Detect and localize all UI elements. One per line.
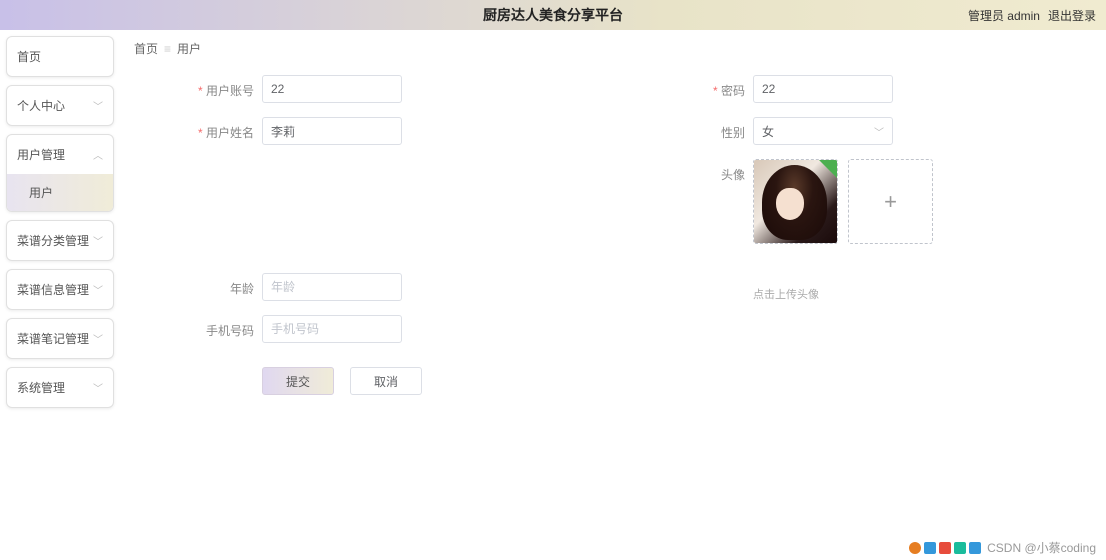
sidebar-item-label: 个人中心 (17, 97, 65, 114)
field-account: 用户账号 (164, 75, 595, 103)
watermark: CSDN @小蔡coding (909, 539, 1096, 556)
breadcrumb-root[interactable]: 首页 (134, 40, 158, 57)
wm-icon (939, 542, 951, 554)
name-input[interactable] (262, 117, 402, 145)
avatar-preview[interactable] (753, 159, 838, 244)
sidebar-item-home[interactable]: 首页 (7, 37, 113, 76)
chevron-down-icon: ﹀ (93, 233, 103, 248)
chevron-down-icon: ﹀ (93, 282, 103, 297)
top-header: 厨房达人美食分享平台 管理员 admin 退出登录 (0, 0, 1106, 30)
field-age: 年龄 (164, 273, 595, 301)
chevron-down-icon: ﹀ (93, 380, 103, 395)
avatar-hint: 点击上传头像 (753, 286, 1086, 302)
wm-icon (909, 542, 921, 554)
account-input[interactable] (262, 75, 402, 103)
success-corner-icon (819, 160, 837, 178)
form-actions: 提交 取消 (262, 367, 595, 395)
chevron-down-icon: ﹀ (93, 98, 103, 113)
sidebar-item-notes[interactable]: 菜谱笔记管理 ﹀ (7, 319, 113, 358)
sidebar: 首页 个人中心 ﹀ 用户管理 ︿ 用户 菜谱分类管理 ﹀ 菜谱信息管理 (0, 30, 120, 560)
gender-select[interactable]: 女 ﹀ (753, 117, 893, 145)
label-name: 用户姓名 (164, 117, 254, 141)
content: 首页 ≡ 用户 用户账号 用户姓名 年龄 手机号码 (120, 30, 1106, 560)
form-right-column: 密码 性别 女 ﹀ 头像 (655, 75, 1086, 395)
sidebar-item-category[interactable]: 菜谱分类管理 ﹀ (7, 221, 113, 260)
label-age: 年龄 (164, 273, 254, 297)
sidebar-item-label: 用户管理 (17, 146, 65, 163)
header-right: 管理员 admin 退出登录 (968, 7, 1096, 24)
sidebar-item-label: 首页 (17, 48, 41, 65)
watermark-text: CSDN @小蔡coding (987, 539, 1096, 556)
label-phone: 手机号码 (164, 315, 254, 339)
logout-link[interactable]: 退出登录 (1048, 7, 1096, 24)
form-left-column: 用户账号 用户姓名 年龄 手机号码 提交 取消 (164, 75, 595, 395)
watermark-icons (909, 542, 981, 554)
wm-icon (969, 542, 981, 554)
gender-value: 女 (762, 123, 774, 140)
sidebar-item-profile[interactable]: 个人中心 ﹀ (7, 86, 113, 125)
cancel-button[interactable]: 取消 (350, 367, 422, 395)
upload-avatar-button[interactable]: + (848, 159, 933, 244)
sidebar-subitem-user[interactable]: 用户 (7, 174, 113, 211)
password-input[interactable] (753, 75, 893, 103)
wm-icon (954, 542, 966, 554)
avatar-row: + (753, 159, 933, 244)
label-password: 密码 (655, 75, 745, 99)
field-gender: 性别 女 ﹀ (655, 117, 1086, 145)
label-gender: 性别 (655, 117, 745, 141)
phone-input[interactable] (262, 315, 402, 343)
sidebar-item-label: 菜谱信息管理 (17, 281, 89, 298)
wm-icon (924, 542, 936, 554)
field-avatar: 头像 + (655, 159, 1086, 244)
chevron-down-icon: ﹀ (93, 331, 103, 346)
label-avatar: 头像 (655, 159, 745, 183)
field-password: 密码 (655, 75, 1086, 103)
sidebar-item-label: 菜谱分类管理 (17, 232, 89, 249)
chevron-down-icon: ﹀ (874, 124, 884, 139)
sidebar-item-label: 菜谱笔记管理 (17, 330, 89, 347)
user-role-label: 管理员 admin (968, 7, 1040, 24)
page-title: 厨房达人美食分享平台 (483, 5, 623, 25)
field-phone: 手机号码 (164, 315, 595, 343)
main-layout: 首页 个人中心 ﹀ 用户管理 ︿ 用户 菜谱分类管理 ﹀ 菜谱信息管理 (0, 30, 1106, 560)
breadcrumb-current: 用户 (177, 40, 201, 57)
plus-icon: + (884, 189, 897, 215)
breadcrumb-sep-icon: ≡ (164, 42, 171, 56)
form: 用户账号 用户姓名 年龄 手机号码 提交 取消 (134, 75, 1086, 395)
age-input[interactable] (262, 273, 402, 301)
chevron-up-icon: ︿ (93, 147, 103, 162)
field-name: 用户姓名 (164, 117, 595, 145)
sidebar-item-system[interactable]: 系统管理 ﹀ (7, 368, 113, 407)
submit-button[interactable]: 提交 (262, 367, 334, 395)
sidebar-item-user-manage[interactable]: 用户管理 ︿ (7, 135, 113, 174)
sidebar-item-label: 系统管理 (17, 379, 65, 396)
sidebar-item-recipe[interactable]: 菜谱信息管理 ﹀ (7, 270, 113, 309)
label-account: 用户账号 (164, 75, 254, 99)
breadcrumb: 首页 ≡ 用户 (134, 40, 1086, 57)
